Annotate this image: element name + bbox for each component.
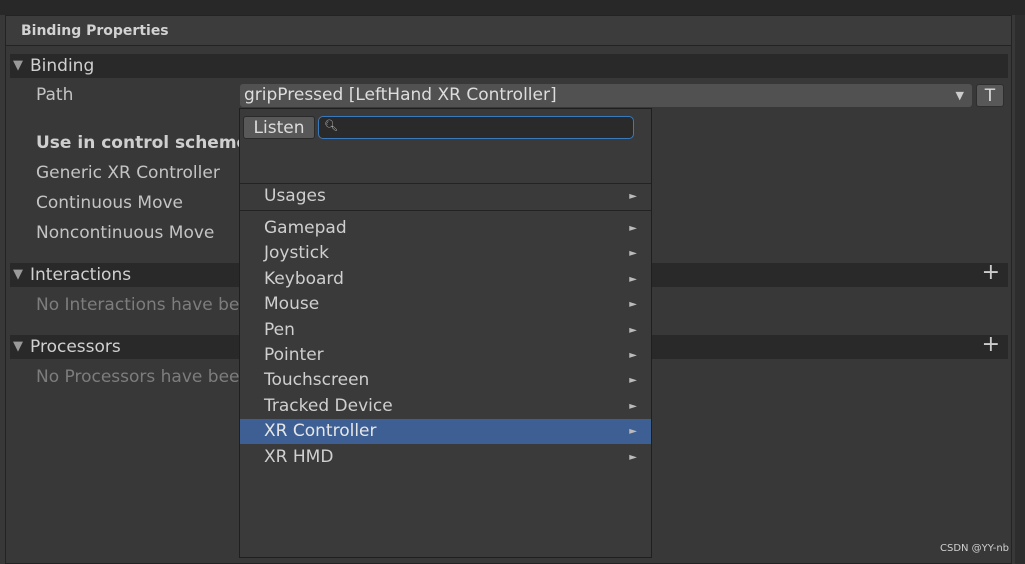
search-icon: 🔍︎ [324, 119, 338, 132]
submenu-arrow-icon: ► [629, 451, 637, 463]
path-dropdown[interactable]: gripPressed [LeftHand XR Controller] ▼ [240, 84, 972, 107]
path-label: Path [36, 85, 74, 105]
search-field[interactable]: 🔍︎ [318, 116, 634, 139]
item-label: Gamepad [264, 218, 347, 238]
text-mode-button[interactable]: T [976, 84, 1004, 107]
panel-title: Binding Properties [6, 16, 1011, 46]
section-title: Binding [30, 56, 95, 76]
scheme-toggle[interactable]: Noncontinuous Move [36, 221, 214, 245]
item-label: XR HMD [264, 446, 334, 467]
submenu-arrow-icon: ► [629, 273, 637, 285]
submenu-arrow-icon: ► [629, 324, 637, 336]
submenu-arrow-icon: ► [629, 191, 637, 202]
item-label: Pointer [264, 345, 324, 365]
listen-button[interactable]: Listen [243, 116, 315, 139]
watermark: CSDN @YY-nb [939, 543, 1009, 554]
submenu-arrow-icon: ► [629, 299, 637, 311]
item-label: Mouse [264, 294, 320, 315]
submenu-arrow-icon: ► [629, 350, 637, 361]
add-interaction-icon[interactable]: + [982, 261, 1000, 285]
item-label: Tracked Device [264, 395, 393, 416]
control-scheme-label: Use in control scheme [36, 133, 249, 153]
item-label: Usages [264, 186, 326, 206]
submenu-arrow-icon: ► [629, 426, 637, 438]
menu-item[interactable]: Touchscreen ► [240, 368, 651, 393]
foldout-triangle-icon: ▼ [13, 58, 23, 73]
item-label: XR Controller [264, 421, 377, 442]
submenu-arrow-icon: ► [629, 248, 637, 260]
add-processor-icon[interactable]: + [982, 333, 1000, 357]
submenu-arrow-icon: ► [629, 375, 637, 387]
menu-item[interactable]: XR HMD ► [240, 445, 651, 470]
section-title: Interactions [30, 265, 132, 285]
divider [240, 210, 651, 211]
menu-item[interactable]: Mouse ► [240, 292, 651, 317]
menu-item[interactable]: Joystick ► [240, 241, 651, 266]
item-label: Pen [264, 319, 295, 340]
foldout-triangle-icon: ▼ [13, 339, 23, 354]
submenu-arrow-icon: ► [629, 400, 637, 412]
menu-item[interactable]: XR Controller ► [240, 419, 651, 445]
menu-item[interactable]: Keyboard ► [240, 267, 651, 292]
item-label: Keyboard [264, 268, 344, 289]
menu-item[interactable]: Pen ► [240, 318, 651, 343]
binding-section-header[interactable]: ▼ Binding [10, 54, 1008, 78]
menu-item[interactable]: Gamepad ► [240, 216, 651, 241]
search-input[interactable] [339, 117, 633, 139]
scrollbar[interactable] [1015, 15, 1025, 564]
path-value: gripPressed [LeftHand XR Controller] [244, 85, 557, 105]
scheme-toggle[interactable]: Continuous Move [36, 191, 183, 215]
menu-item[interactable]: Tracked Device ► [240, 394, 651, 419]
top-bar [0, 0, 1025, 15]
item-label: Joystick [264, 243, 329, 264]
menu-item-usages[interactable]: Usages ► [240, 184, 651, 209]
submenu-arrow-icon: ► [629, 223, 637, 234]
foldout-triangle-icon: ▼ [13, 267, 23, 282]
menu-item[interactable]: Pointer ► [240, 343, 651, 368]
scheme-toggle[interactable]: Generic XR Controller [36, 161, 220, 185]
dropdown-arrow-icon: ▼ [955, 89, 964, 102]
section-title: Processors [30, 337, 121, 357]
item-label: Touchscreen [264, 370, 370, 391]
